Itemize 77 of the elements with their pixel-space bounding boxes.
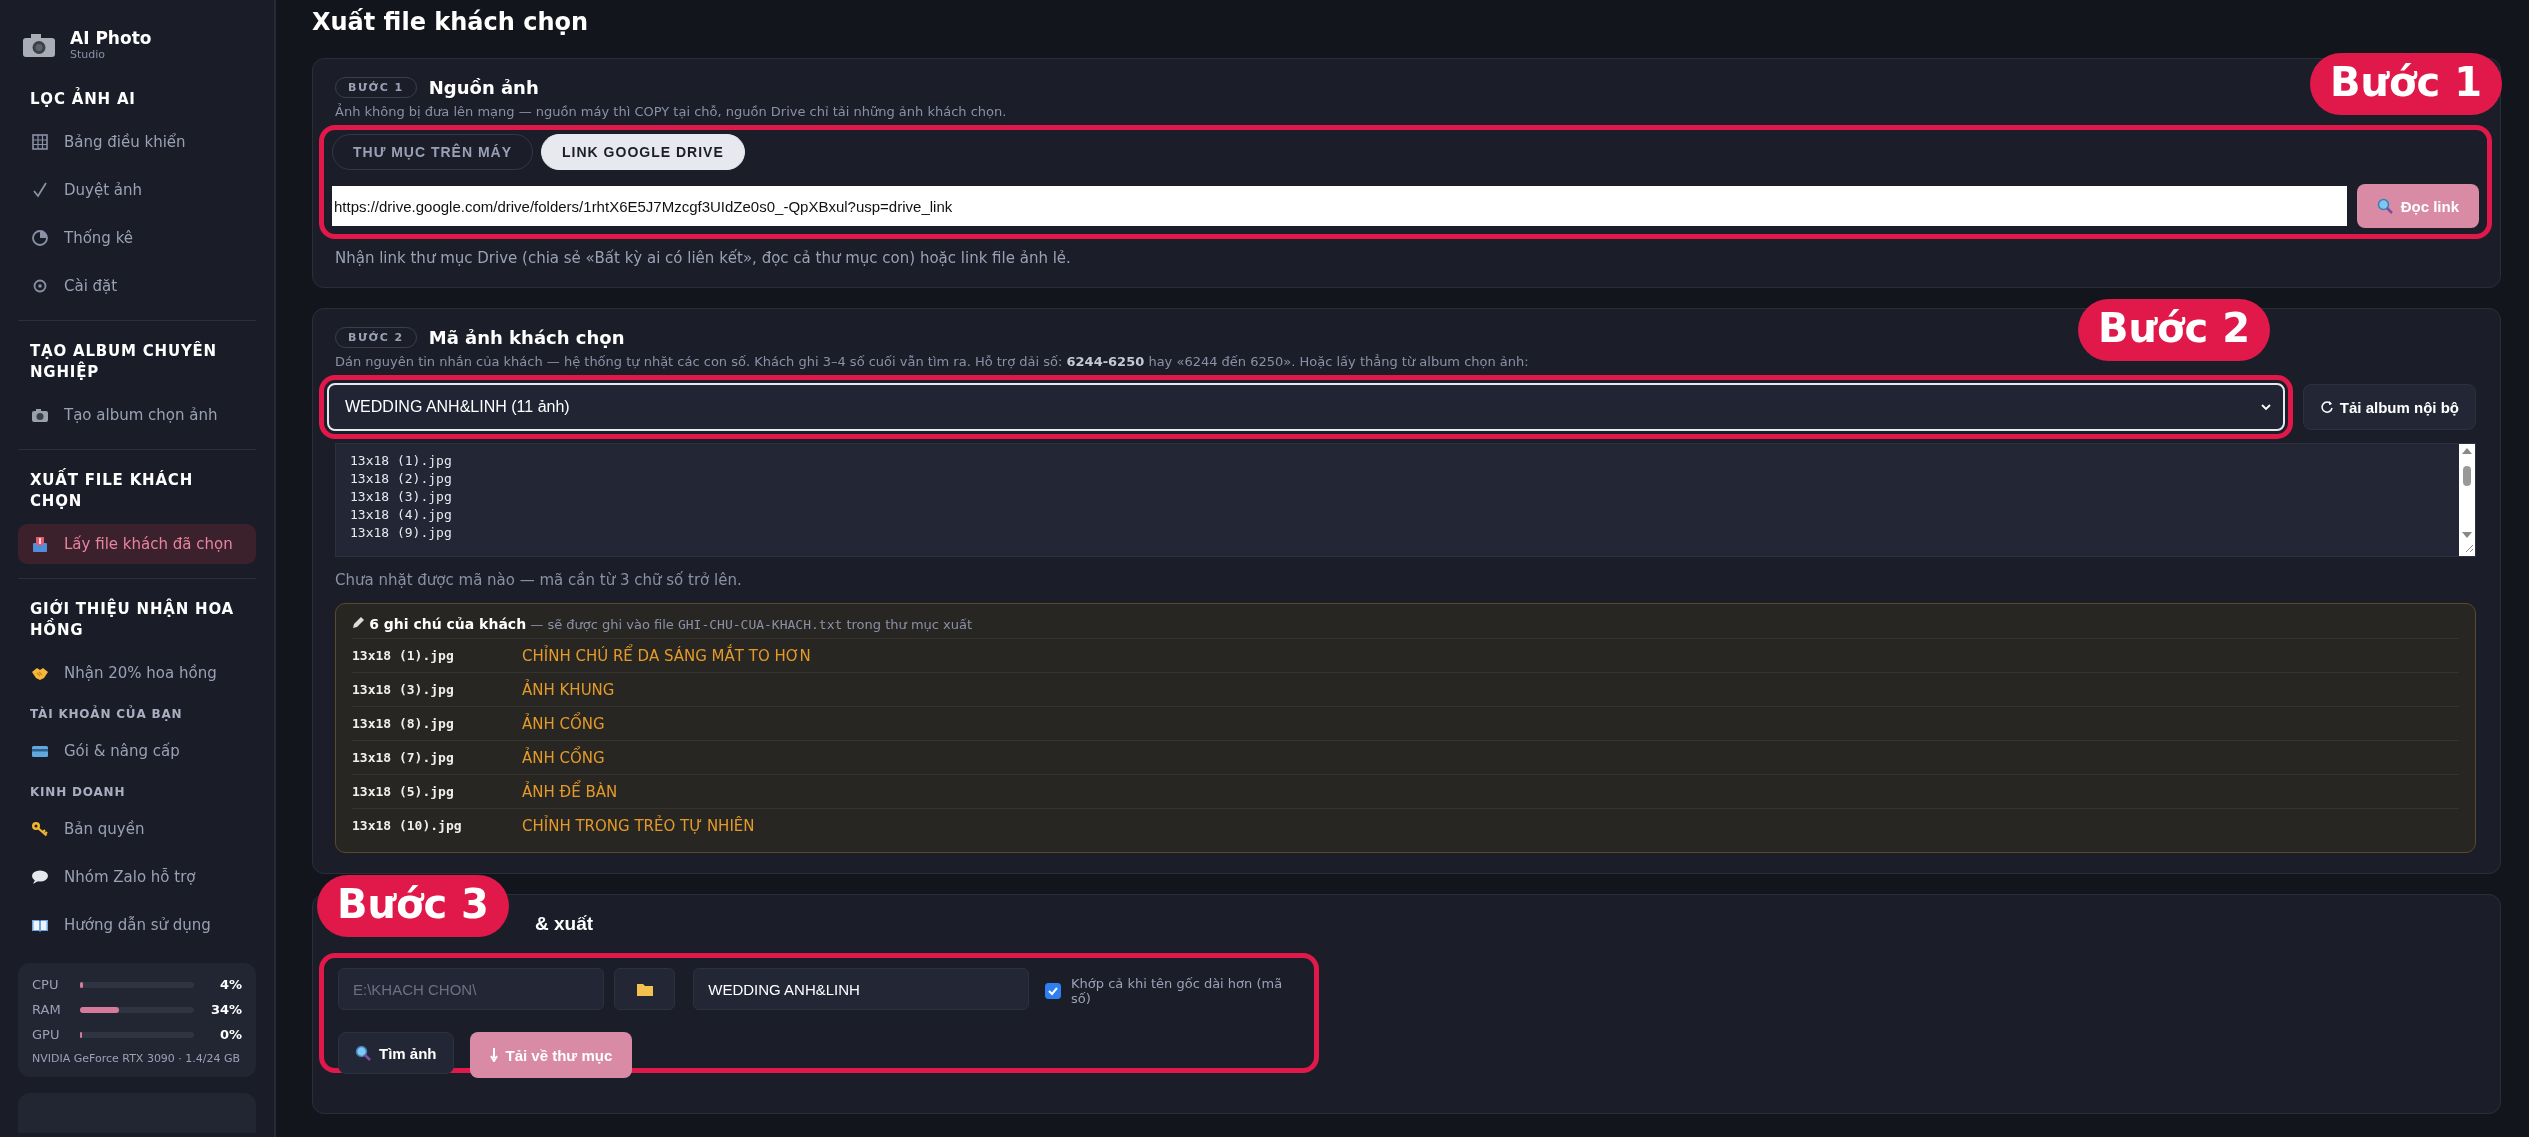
sidebar-item[interactable]: Hướng dẫn sử dụng [18,905,256,945]
down-arrow-icon [489,1048,498,1062]
status-text: Chưa nhặt được mã nào — mã cần từ 3 chữ số trở lên. [335,571,743,589]
file-name: 13x18 (3).jpg [352,682,455,697]
step-callout: Bước 2 [2078,299,2270,361]
sidebar-item[interactable]: Nhận 20% hoa hồng [18,653,256,693]
code-line: 13x18 (3).jpg [350,488,453,506]
customer-note: ẢNH CỔNG [522,714,605,733]
hint-text: Nhận link thư mục Drive (chia sẻ «Bất kỳ ai có liên kết», đọc cả thư mục con) hoặc link file ảnh lẻ. [335,249,1072,267]
code-line: 13x18 (2).jpg [350,470,453,488]
section-heading: KINH DOANH [29,784,127,801]
code-line: 13x18 (1).jpg [350,452,453,470]
sidebar-item[interactable]: Nhóm Zalo hỗ trợ [18,857,256,897]
customer-note: CHỈNH CHÚ RỂ DA SÁNG MẮT TO HƠN [522,646,811,665]
grid-icon [30,132,50,152]
find-button[interactable]: Tìm ảnh [338,1032,454,1074]
file-name: 13x18 (10).jpg [352,818,463,833]
pie-chart-icon [30,228,50,248]
customer-name-field[interactable]: WEDDING ANH&LINH [693,968,1030,1010]
card-title: & xuất [534,913,595,935]
step-callout: Bước 3 [317,875,509,937]
customer-note: ẢNH KHUNG [522,680,615,699]
meter-value: 0% [218,1027,242,1042]
sidebar-item[interactable]: Lấy file khách đã chọn [18,524,256,564]
codes-textarea[interactable]: 13x18 (1).jpg 13x18 (2).jpg 13x18 (3).jpg 13x18 (4).jpg 13x18 (9).jpg [335,443,2476,557]
camera-icon [22,31,56,58]
section-heading: TẠO ALBUM CHUYÊN NGHIỆP [29,340,218,383]
browse-folder-button[interactable] [614,968,676,1010]
checkbox-label: Khớp cả khi tên gốc dài hơn (mã số) [1071,976,1284,1006]
code-line: 13x18 (4).jpg [350,506,453,524]
sidebar-item[interactable]: Gói & nâng cấp [18,731,256,771]
inbox-tray-icon [30,534,50,554]
meter-label: CPU [32,977,60,992]
sidebar-item[interactable]: Cài đặt [18,266,256,306]
customer-note: ẢNH CỔNG [522,748,605,767]
key-icon [30,819,50,839]
check-icon [30,180,50,200]
app-subtitle: Studio [70,48,107,61]
card-description: Ảnh không bị đưa lên mạng — nguồn máy thì COPY tại chỗ, nguồn Drive chỉ tải những ảnh khách chọn. [335,104,1008,119]
sidebar-item[interactable]: Bảng điều khiển [18,122,256,162]
file-name: 13x18 (5).jpg [352,784,455,799]
sidebar-item[interactable]: Tạo album chọn ảnh [18,395,256,435]
section-heading: XUẤT FILE KHÁCH CHỌN [18,464,256,520]
source-tab[interactable]: LINK GOOGLE DRIVE [541,134,745,170]
meter-value: 4% [218,977,242,992]
meter-label: RAM [32,1002,62,1017]
sidebar-item[interactable]: Bản quyền [18,809,256,849]
meter-label: GPU [32,1027,61,1042]
section-heading: TÀI KHOẢN CỦA BẠN [29,704,184,723]
card-title: Mã ảnh khách chọn [428,327,625,348]
checkbox[interactable] [1045,983,1062,999]
folder-icon [635,981,654,997]
sidebar-item[interactable]: Duyệt ảnh [18,170,256,210]
file-name: 13x18 (8).jpg [352,716,455,731]
file-name: 13x18 (1).jpg [352,648,455,663]
customer-note: ẢNH ĐỂ BÀN [522,782,618,801]
code-line: 13x18 (9).jpg [350,524,453,542]
meter-value: 34% [209,1002,242,1017]
card-title: Nguồn ảnh [428,77,539,98]
url-field[interactable]: https://drive.google.com/drive/folders/1rhtX6E5J7Mzcgf3UIdZe0s0_-QpXBxul?usp=drive_link [332,186,2347,226]
search-icon [355,1045,371,1061]
sidebar-item[interactable]: Thống kê [18,218,256,258]
notes-header: 6 ghi chú của khách — sẽ được ghi vào file GHI-CHU-CUA-KHACH.txt trong thư mục xuất [352,616,2459,639]
reload-albums-button[interactable]: Tải album nội bộ [2302,384,2476,430]
album-dropdown[interactable]: WEDDING ANH&LINH (11 ảnh) [327,383,2285,431]
search-icon [2376,198,2393,214]
step-callout: Bước 1 [2310,53,2502,115]
section-heading: LỌC ẢNH AI [18,83,256,118]
customer-note: CHỈNH TRONG TRẺO TỰ NHIÊN [522,816,755,835]
pencil-icon [352,616,365,629]
refresh-icon [2319,400,2334,414]
page-title: Xuất file khách chọn [312,8,590,36]
file-name: 13x18 (7).jpg [352,750,455,765]
card-description: Dán nguyên tin nhắn của khách — hệ thống tự nhặt các con số. Khách ghi 3–4 số cuối vẫn tìm ra. Hỗ trợ dải số: 6244-6250 hay «6244 đến 6250». Hoặc lấy thẳng từ album chọn ảnh: [335,354,1530,369]
app-name: AI Photo [70,28,152,48]
gpu-info: NVIDIA GeForce RTX 3090 · 1.4/24 GB [32,1052,242,1065]
section-heading: GIỚI THIỆU NHẬN HOA HỒNG [29,598,236,641]
